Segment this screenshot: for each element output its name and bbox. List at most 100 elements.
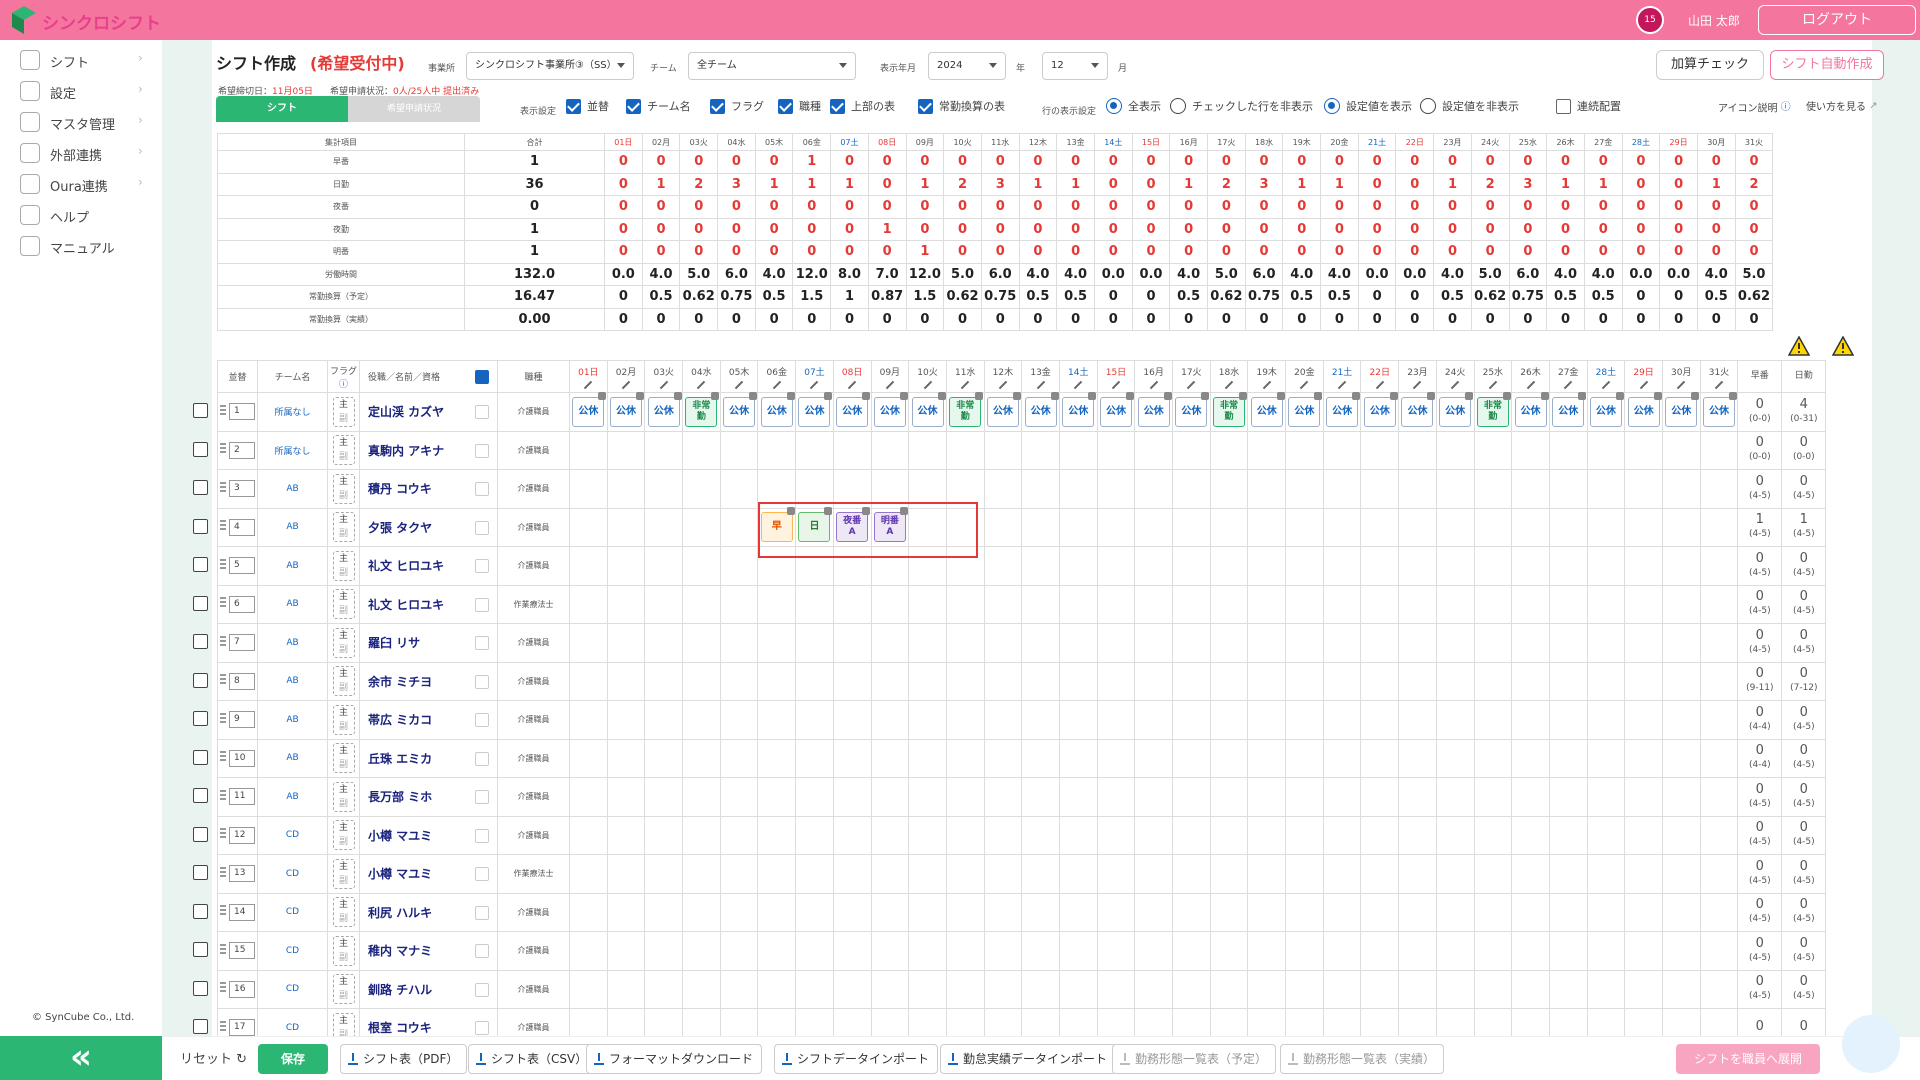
- shift-cell[interactable]: [908, 661, 947, 701]
- pencil-icon[interactable]: [1413, 380, 1422, 389]
- shift-cell[interactable]: 公休: [1021, 391, 1060, 432]
- shift-cell[interactable]: [1172, 854, 1211, 894]
- shift-cell[interactable]: [945, 854, 985, 894]
- shift-cell[interactable]: 公休: [644, 391, 684, 432]
- display-check-4[interactable]: 上部の表: [830, 98, 895, 118]
- shift-cell[interactable]: [682, 969, 721, 1009]
- shift-cell[interactable]: [1209, 469, 1249, 509]
- shift-cell[interactable]: [1473, 546, 1513, 586]
- shift-cell[interactable]: [1398, 700, 1437, 740]
- shift-cell[interactable]: [606, 738, 646, 778]
- shift-cell[interactable]: [1285, 700, 1324, 740]
- shift-cell[interactable]: [1586, 507, 1626, 547]
- shift-cell[interactable]: [1398, 507, 1437, 547]
- shift-cell[interactable]: [1360, 430, 1400, 470]
- chevron-down-icon[interactable]: [475, 790, 489, 804]
- shift-cell[interactable]: [1699, 700, 1739, 740]
- shift-cell[interactable]: [1209, 892, 1249, 932]
- shift-cell[interactable]: [945, 892, 985, 932]
- shift-chip[interactable]: 公休: [1363, 391, 1398, 427]
- shift-cell[interactable]: [1172, 777, 1211, 817]
- shift-cell[interactable]: [908, 892, 947, 932]
- shift-cell[interactable]: [569, 623, 608, 663]
- shift-cell[interactable]: [1398, 546, 1437, 586]
- shift-cell[interactable]: [1172, 546, 1211, 586]
- pencil-icon[interactable]: [885, 380, 895, 389]
- shift-cell[interactable]: [832, 661, 872, 701]
- shift-cell[interactable]: [1511, 892, 1550, 932]
- shift-cell[interactable]: [1360, 892, 1400, 932]
- display-check-2[interactable]: フラグ: [710, 98, 764, 118]
- shift-cell[interactable]: [1134, 815, 1173, 855]
- shift-cell[interactable]: [1209, 546, 1249, 586]
- shift-cell[interactable]: 公休: [832, 391, 872, 432]
- shift-cell[interactable]: [795, 777, 834, 817]
- shift-cell[interactable]: [569, 661, 608, 701]
- shift-cell[interactable]: [1209, 969, 1249, 1009]
- drag-handle-icon[interactable]: [220, 597, 226, 610]
- shift-cell[interactable]: [719, 931, 759, 971]
- tab-request-status[interactable]: 希望申請状況: [348, 96, 480, 122]
- shift-cell[interactable]: [1058, 546, 1098, 586]
- pencil-icon[interactable]: [1526, 380, 1535, 389]
- shift-cell[interactable]: [644, 430, 684, 470]
- shift-cell[interactable]: [1548, 469, 1588, 509]
- shift-cell[interactable]: [1172, 623, 1211, 663]
- shift-cell[interactable]: [682, 661, 721, 701]
- shift-cell[interactable]: 公休: [719, 391, 759, 432]
- shift-chip[interactable]: 公休: [572, 391, 607, 427]
- shift-cell[interactable]: [1096, 546, 1136, 586]
- shift-cell[interactable]: [1096, 892, 1136, 932]
- order-input[interactable]: 15: [229, 942, 255, 960]
- drag-handle-icon[interactable]: [220, 520, 226, 533]
- shift-chip[interactable]: 公休: [1288, 391, 1323, 427]
- shift-cell[interactable]: [1435, 469, 1475, 509]
- shift-cell[interactable]: [795, 430, 834, 470]
- staff-name[interactable]: 利尻 ハルキ: [368, 906, 432, 920]
- shift-cell[interactable]: 公休: [1322, 391, 1362, 432]
- staff-name[interactable]: 羅臼 リサ: [368, 636, 420, 650]
- shift-cell[interactable]: [1511, 777, 1550, 817]
- chevron-down-icon[interactable]: [475, 867, 489, 881]
- drag-handle-icon[interactable]: [220, 674, 226, 687]
- shift-cell[interactable]: [870, 854, 910, 894]
- pencil-icon[interactable]: [1224, 380, 1234, 389]
- shift-cell[interactable]: [719, 507, 759, 547]
- shift-cell[interactable]: [1134, 738, 1173, 778]
- shift-cell[interactable]: [1661, 931, 1701, 971]
- shift-cell[interactable]: [1285, 661, 1324, 701]
- shift-cell[interactable]: [1021, 969, 1060, 1009]
- shift-cell[interactable]: [1624, 430, 1663, 470]
- shift-cell[interactable]: [719, 469, 759, 509]
- sidebar-item-6[interactable]: マニュアル: [0, 228, 162, 264]
- export-button-6[interactable]: 勤務形態一覧表（実績）: [1280, 1044, 1445, 1074]
- pencil-icon[interactable]: [1488, 380, 1498, 389]
- shift-cell[interactable]: [983, 738, 1023, 778]
- shift-cell[interactable]: [870, 700, 910, 740]
- shift-cell[interactable]: [1209, 854, 1249, 894]
- shift-cell[interactable]: [606, 815, 646, 855]
- radio-button[interactable]: [1420, 98, 1436, 114]
- shift-cell[interactable]: [983, 507, 1023, 547]
- shift-cell[interactable]: [719, 661, 759, 701]
- shift-chip[interactable]: 公休: [1326, 391, 1361, 427]
- shift-cell[interactable]: [1360, 854, 1400, 894]
- shift-cell[interactable]: [1209, 777, 1249, 817]
- shift-cell[interactable]: [1548, 623, 1588, 663]
- shift-cell[interactable]: [1134, 661, 1173, 701]
- shift-cell[interactable]: 公休: [1247, 391, 1287, 432]
- shift-cell[interactable]: [682, 469, 721, 509]
- drag-handle-icon[interactable]: [220, 558, 226, 571]
- shift-cell[interactable]: [1699, 931, 1739, 971]
- shift-cell[interactable]: 公休: [569, 391, 608, 432]
- shift-cell[interactable]: [682, 777, 721, 817]
- chevron-down-icon[interactable]: [475, 1021, 489, 1035]
- pencil-icon[interactable]: [960, 380, 970, 389]
- shift-cell[interactable]: [1058, 700, 1098, 740]
- shift-cell[interactable]: [1435, 969, 1475, 1009]
- pencil-icon[interactable]: [621, 380, 631, 389]
- shift-cell[interactable]: [1209, 815, 1249, 855]
- shift-cell[interactable]: [1247, 469, 1287, 509]
- pencil-icon[interactable]: [1262, 380, 1271, 389]
- shift-cell[interactable]: [1058, 969, 1098, 1009]
